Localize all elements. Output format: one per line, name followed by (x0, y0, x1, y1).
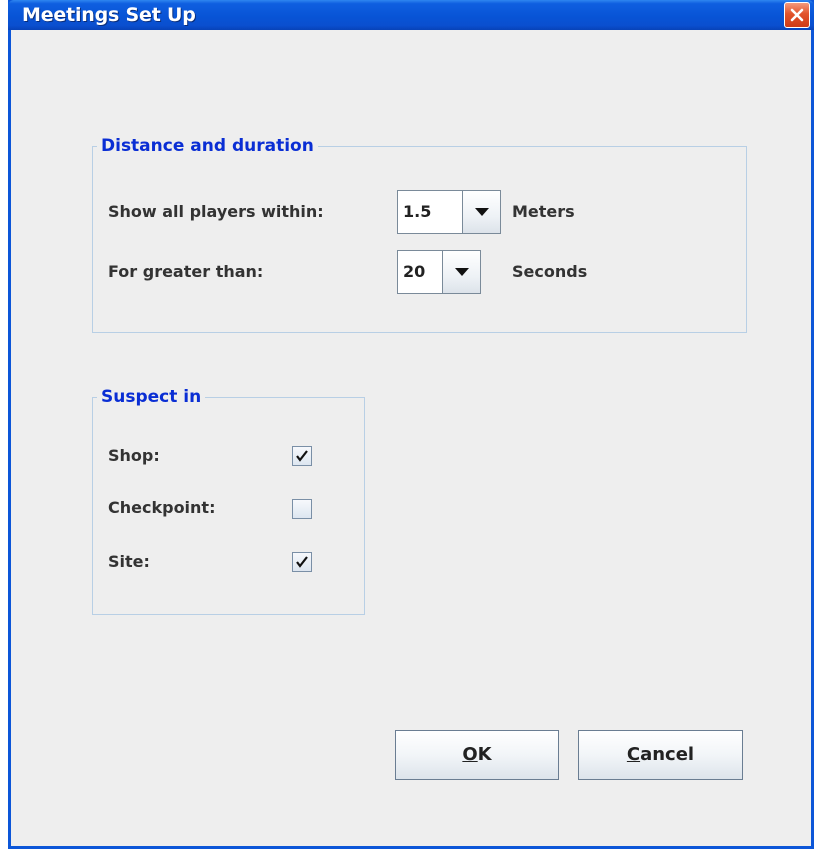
duration-dropdown-button[interactable] (442, 251, 480, 293)
site-label: Site: (108, 552, 150, 571)
distance-dropdown-button[interactable] (462, 191, 500, 233)
distance-duration-group: Distance and duration (92, 135, 747, 333)
checkpoint-checkbox[interactable] (292, 499, 312, 519)
triangle-down-icon (455, 268, 469, 276)
duration-combobox[interactable]: 20 (397, 250, 481, 294)
shop-label: Shop: (108, 446, 160, 465)
window-title: Meetings Set Up (22, 4, 196, 26)
duration-label: For greater than: (108, 262, 264, 281)
checkpoint-label: Checkpoint: (108, 498, 216, 517)
cancel-mnemonic: C (626, 744, 641, 765)
distance-label: Show all players within: (108, 202, 324, 221)
title-bar[interactable]: Meetings Set Up (8, 0, 814, 30)
close-icon (790, 8, 804, 22)
checkmark-icon (296, 450, 308, 462)
distance-value: 1.5 (403, 202, 432, 221)
dialog-window: Meetings Set Up Distance and duration Sh… (8, 0, 814, 849)
distance-duration-legend: Distance and duration (97, 135, 318, 157)
duration-value: 20 (403, 262, 426, 281)
suspect-in-legend: Suspect in (97, 386, 206, 408)
duration-unit: Seconds (512, 262, 588, 281)
cancel-label-rest: ancel (640, 744, 695, 765)
ok-button[interactable]: OK (395, 730, 559, 780)
distance-combobox[interactable]: 1.5 (397, 190, 501, 234)
distance-unit: Meters (512, 202, 575, 221)
ok-label-rest: K (477, 744, 492, 765)
checkmark-icon (296, 556, 308, 568)
shop-checkbox[interactable] (292, 446, 312, 466)
dialog-content: Distance and duration Show all players w… (11, 30, 811, 846)
site-checkbox[interactable] (292, 552, 312, 572)
cancel-button[interactable]: Cancel (578, 730, 743, 780)
triangle-down-icon (475, 208, 489, 216)
close-button[interactable] (784, 2, 810, 28)
ok-mnemonic: O (462, 744, 478, 765)
